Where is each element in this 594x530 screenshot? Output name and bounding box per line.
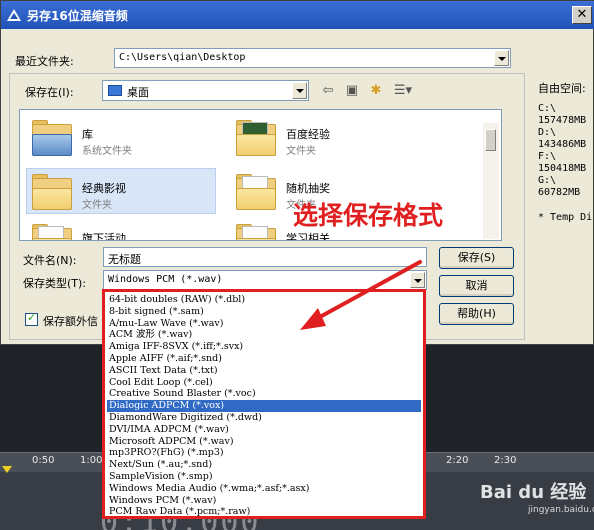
filetype-option[interactable]: DVI/IMA ADPCM (*.wav) [107,424,229,436]
temp-note: * Temp Di [538,212,593,223]
recent-folder-combo[interactable]: C:\Users\qian\Desktop [114,48,511,68]
filetype-option[interactable]: ASCII Text Data (*.txt) [107,365,218,377]
cancel-button[interactable]: 取消 [439,275,514,297]
close-icon: ✕ [576,7,588,22]
timeline-tick: 0:50 [32,455,55,466]
filetype-dropdown-list[interactable]: 64-bit doubles (RAW) (*.dbl) 8-bit signed… [102,289,426,519]
filetype-option[interactable]: Windows PCM (*.wav) [107,495,216,507]
filetype-option[interactable]: Amiga IFF-8SVX (*.iff;*.svx) [107,341,243,353]
playhead-marker-icon[interactable] [2,466,12,473]
folder-icon[interactable] [234,172,278,212]
library-icon[interactable] [30,118,74,158]
save-in-value: 桌面 [127,86,149,99]
desktop-icon [108,85,122,96]
app-logo-icon [7,9,21,21]
filetype-option[interactable]: 8-bit signed (*.sam) [107,306,204,318]
file-name[interactable]: 经典影视 [82,180,126,196]
filetype-option[interactable]: 64-bit doubles (RAW) (*.dbl) [107,294,245,306]
filetype-option[interactable]: DiamondWare Digitized (*.dwd) [107,412,262,424]
filetype-option[interactable]: SampleVision (*.smp) [107,471,213,483]
file-name[interactable]: 随机抽奖 [286,180,330,196]
save-in-label: 保存在(I): [25,86,74,99]
folder-icon[interactable] [234,118,278,158]
view-menu-icon[interactable]: ☰▾ [391,83,415,99]
filetype-option[interactable]: Apple AIFF (*.aif;*.snd) [107,353,222,365]
dialog-titlebar[interactable]: 另存16位混缩音频 ✕ [1,1,594,29]
filetype-option[interactable]: Cool Edit Loop (*.cel) [107,377,213,389]
drive-name: F:\ [538,151,557,162]
file-name[interactable]: 旗下活动 [82,230,126,240]
filetype-option[interactable]: Windows Media Audio (*.wma;*.asf;*.asx) [107,483,309,495]
filetype-option[interactable]: Microsoft ADPCM (*.wav) [107,436,234,448]
drive-name: G:\ [538,175,557,186]
filetype-option[interactable]: Dialogic ADPCM (*.vox) [107,400,421,413]
filetype-option[interactable]: Next/Sun (*.au;*.snd) [107,459,212,471]
help-button[interactable]: 帮助(H) [439,303,514,325]
dialog-title: 另存16位混缩音频 [27,9,128,23]
up-folder-icon[interactable]: ▣ [343,83,361,99]
recent-folder-value: C:\Users\qian\Desktop [119,52,246,63]
file-type: 文件夹 [82,200,112,211]
drive-size: 143486MB [538,139,587,150]
drive-name: C:\ [538,103,557,114]
filetype-label: 保存类型(T): [23,277,87,290]
timeline-tick: 1:00 [80,455,103,466]
chevron-down-icon[interactable] [292,82,307,99]
recent-folder-label: 最近文件夹: [15,55,74,68]
close-button[interactable]: ✕ [572,6,592,24]
filetype-combo[interactable]: Windows PCM (*.wav) [103,270,427,290]
file-type: 文件夹 [286,146,316,157]
folder-icon[interactable] [30,172,74,212]
save-in-combo[interactable]: 桌面 [102,80,309,101]
annotation-text: 选择保存格式 [293,201,444,230]
filetype-option[interactable]: mp3PRO?(FhG) (*.mp3) [107,447,224,459]
baidu-watermark-url: jingyan.baidu.com [528,505,594,515]
file-list-scrollbar[interactable] [483,123,499,239]
scrollbar-thumb[interactable] [485,129,496,151]
filetype-option[interactable]: ACM 波形 (*.wav) [107,329,192,341]
drive-size: 60782MB [538,187,581,198]
baidu-watermark: Bai du 经验 [480,482,587,503]
filename-label: 文件名(N): [23,254,77,267]
timeline-tick: 2:20 [446,455,469,466]
file-type: 系统文件夹 [82,146,132,157]
filetype-value: Windows PCM (*.wav) [108,274,223,285]
drive-size: 157478MB [538,115,587,126]
chevron-down-icon[interactable] [494,50,509,66]
filename-input[interactable]: 无标题 [103,247,427,267]
folder-icon[interactable] [234,222,278,240]
file-name[interactable]: 百度经验 [286,126,330,142]
filetype-option[interactable]: A/mu-Law Wave (*.wav) [107,318,223,330]
back-arrow-icon[interactable]: ⇦ [319,83,337,99]
new-folder-icon[interactable]: ✱ [367,83,385,99]
save-extra-info-checkbox[interactable] [25,311,38,326]
filetype-option[interactable]: Creative Sound Blaster (*.voc) [107,388,256,400]
file-name[interactable]: 库 [82,126,93,142]
timeline-tick: 2:30 [494,455,517,466]
free-space-label: 自由空间: [538,82,586,95]
folder-icon[interactable] [30,222,74,240]
save-button[interactable]: 保存(S) [439,247,514,269]
drive-size: 150418MB [538,163,587,174]
chevron-down-icon[interactable] [410,272,425,288]
filetype-option[interactable]: PCM Raw Data (*.pcm;*.raw) [107,506,250,516]
save-extra-info-label: 保存额外信 [43,315,98,328]
drive-name: D:\ [538,127,557,138]
